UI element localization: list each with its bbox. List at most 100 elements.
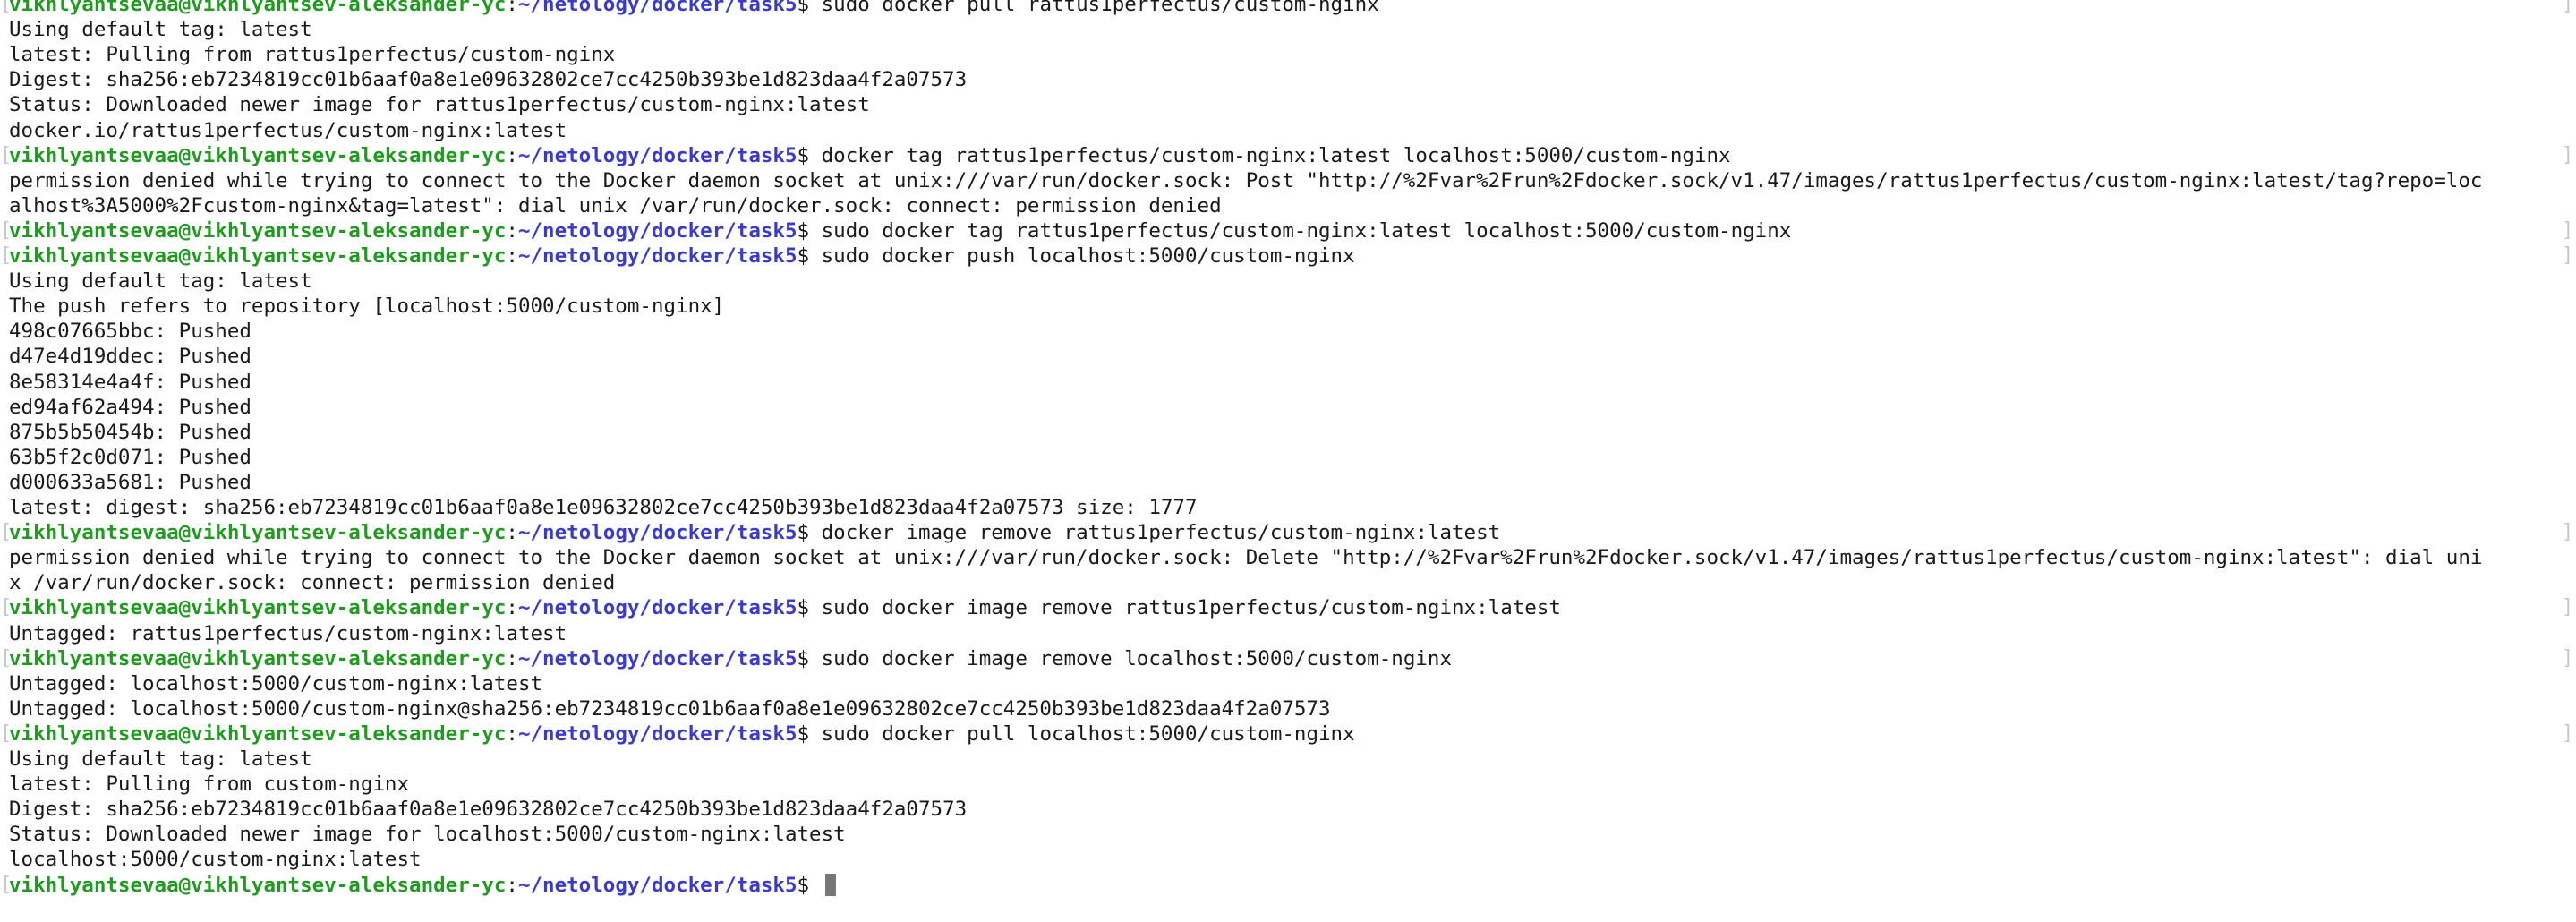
output-line: x /var/run/docker.sock: connect: permiss… xyxy=(9,571,616,595)
prompt-mark-right: ] xyxy=(2562,244,2574,267)
prompt-colon: : xyxy=(506,218,518,243)
prompt-colon: : xyxy=(506,646,518,670)
output-line: latest: Pulling from rattus1perfectus/cu… xyxy=(9,43,616,67)
output-line: permission denied while trying to connec… xyxy=(9,168,2483,192)
output-line: latest: Pulling from custom-nginx xyxy=(9,773,410,797)
prompt-line: vikhlyantsevaa@vikhlyantsev-aleksander-y… xyxy=(9,520,1500,545)
prompt-path: ~/netology/docker/task5 xyxy=(517,873,798,897)
prompt-mark-left: [ xyxy=(0,873,13,896)
prompt-user-host: vikhlyantsevaa@vikhlyantsev-aleksander-y… xyxy=(9,0,507,16)
output-line: Untagged: localhost:5000/custom-nginx@sh… xyxy=(9,696,1331,721)
prompt-user-host: vikhlyantsevaa@vikhlyantsev-aleksander-y… xyxy=(9,143,507,167)
output-line: Using default tag: latest xyxy=(9,269,312,294)
command-text: sudo docker pull rattus1perfectus/custom… xyxy=(809,0,1379,16)
prompt-user-host: vikhlyantsevaa@vikhlyantsev-aleksander-y… xyxy=(9,521,507,545)
prompt-line: vikhlyantsevaa@vikhlyantsev-aleksander-y… xyxy=(9,243,1355,269)
output-line: d000633a5681: Pushed xyxy=(9,470,252,494)
prompt-dollar: $ xyxy=(797,218,810,243)
output-line: d47e4d19ddec: Pushed xyxy=(9,345,252,369)
prompt-mark-left: [ xyxy=(0,721,13,745)
prompt-line: vikhlyantsevaa@vikhlyantsev-aleksander-y… xyxy=(9,143,1731,168)
prompt-colon: : xyxy=(506,521,518,545)
prompt-dollar: $ xyxy=(797,143,810,167)
prompt-dollar: $ xyxy=(797,646,810,670)
prompt-colon: : xyxy=(506,596,518,620)
prompt-mark-right: ] xyxy=(2562,521,2574,544)
command-text: docker tag rattus1perfectus/custom-nginx… xyxy=(809,143,1731,167)
prompt-mark-left: [ xyxy=(0,0,13,15)
prompt-user-host: vikhlyantsevaa@vikhlyantsev-aleksander-y… xyxy=(9,244,507,268)
prompt-mark-right: ] xyxy=(2562,596,2574,619)
output-line: latest: digest: sha256:eb7234819cc01b6aa… xyxy=(9,496,1198,519)
text-cursor xyxy=(824,873,836,896)
prompt-path: ~/netology/docker/task5 xyxy=(517,244,798,268)
output-line: 63b5f2c0d071: Pushed xyxy=(9,445,252,469)
prompt-path: ~/netology/docker/task5 xyxy=(517,521,798,545)
command-text: docker image remove rattus1perfectus/cus… xyxy=(809,521,1501,545)
prompt-colon: : xyxy=(506,143,518,167)
prompt-path: ~/netology/docker/task5 xyxy=(517,218,798,243)
prompt-line: vikhlyantsevaa@vikhlyantsev-aleksander-y… xyxy=(9,595,1561,620)
command-input[interactable] xyxy=(809,874,822,897)
prompt-mark-right: ] xyxy=(2562,0,2574,15)
prompt-colon: : xyxy=(506,0,518,16)
output-line: ed94af62a494: Pushed xyxy=(9,395,252,419)
prompt-line: vikhlyantsevaa@vikhlyantsev-aleksander-y… xyxy=(9,218,1791,243)
prompt-mark-left: [ xyxy=(0,646,13,670)
prompt-mark-left: [ xyxy=(0,596,13,619)
prompt-line: vikhlyantsevaa@vikhlyantsev-aleksander-y… xyxy=(9,646,1452,671)
output-line: Status: Downloaded newer image for rattu… xyxy=(9,93,870,117)
prompt-dollar: $ xyxy=(797,721,810,746)
prompt-path: ~/netology/docker/task5 xyxy=(517,0,798,16)
prompt-colon: : xyxy=(506,244,518,268)
prompt-mark-left: [ xyxy=(0,521,13,544)
output-line: Untagged: localhost:5000/custom-nginx:la… xyxy=(9,671,543,696)
output-line: permission denied while trying to connec… xyxy=(9,546,2483,570)
prompt-colon: : xyxy=(506,873,518,897)
command-text: sudo docker image remove rattus1perfectu… xyxy=(809,596,1561,620)
output-line: Status: Downloaded newer image for local… xyxy=(9,823,846,847)
command-text: sudo docker image remove localhost:5000/… xyxy=(809,646,1453,670)
prompt-mark-right: ] xyxy=(2562,218,2574,242)
output-line: 498c07665bbc: Pushed xyxy=(9,320,252,344)
output-line: Using default tag: latest xyxy=(9,747,312,771)
command-text: sudo docker push localhost:5000/custom-n… xyxy=(809,244,1355,268)
output-line: alhost%3A5000%2Fcustom-nginx&tag=latest"… xyxy=(9,193,1222,218)
prompt-mark-left: [ xyxy=(0,143,13,166)
output-line: Digest: sha256:eb7234819cc01b6aaf0a8e1e0… xyxy=(9,68,968,92)
output-line: Using default tag: latest xyxy=(9,18,312,42)
terminal-window[interactable]: [] vikhlyantsevaa@vikhlyantsev-aleksander… xyxy=(0,0,2576,922)
output-line: Untagged: rattus1perfectus/custom-nginx:… xyxy=(9,621,567,645)
prompt-path: ~/netology/docker/task5 xyxy=(517,721,798,746)
output-line: docker.io/rattus1perfectus/custom-nginx:… xyxy=(9,118,567,142)
prompt-path: ~/netology/docker/task5 xyxy=(517,143,798,167)
prompt-user-host: vikhlyantsevaa@vikhlyantsev-aleksander-y… xyxy=(9,873,507,897)
output-line: 8e58314e4a4f: Pushed xyxy=(9,370,252,394)
output-line: Digest: sha256:eb7234819cc01b6aaf0a8e1e0… xyxy=(9,798,968,822)
prompt-user-host: vikhlyantsevaa@vikhlyantsev-aleksander-y… xyxy=(9,646,507,670)
prompt-user-host: vikhlyantsevaa@vikhlyantsev-aleksander-y… xyxy=(9,721,507,746)
prompt-dollar: $ xyxy=(797,596,810,620)
prompt-dollar: $ xyxy=(797,521,810,545)
prompt-mark-right: ] xyxy=(2562,721,2574,745)
prompt-line: vikhlyantsevaa@vikhlyantsev-aleksander-y… xyxy=(9,721,1355,747)
prompt-user-host: vikhlyantsevaa@vikhlyantsev-aleksander-y… xyxy=(9,218,507,243)
output-line: localhost:5000/custom-nginx:latest xyxy=(9,848,422,872)
prompt-dollar: $ xyxy=(797,244,810,268)
prompt-line: vikhlyantsevaa@vikhlyantsev-aleksander-y… xyxy=(9,0,1379,17)
prompt-mark-left: [ xyxy=(0,218,13,242)
prompt-colon: : xyxy=(506,721,518,746)
prompt-mark-right: ] xyxy=(2562,646,2574,670)
prompt-user-host: vikhlyantsevaa@vikhlyantsev-aleksander-y… xyxy=(9,596,507,620)
prompt-path: ~/netology/docker/task5 xyxy=(517,646,798,670)
command-text: sudo docker pull localhost:5000/custom-n… xyxy=(809,721,1355,746)
output-line: 875b5b50454b: Pushed xyxy=(9,420,252,444)
prompt-dollar: $ xyxy=(797,0,810,16)
prompt-path: ~/netology/docker/task5 xyxy=(517,596,798,620)
command-text: sudo docker tag rattus1perfectus/custom-… xyxy=(809,218,1792,243)
output-line: The push refers to repository [localhost… xyxy=(9,295,725,319)
prompt-mark-right: ] xyxy=(2562,143,2574,166)
prompt-dollar: $ xyxy=(797,873,810,897)
prompt-line: vikhlyantsevaa@vikhlyantsev-aleksander-y… xyxy=(9,873,836,898)
prompt-mark-left: [ xyxy=(0,244,13,267)
